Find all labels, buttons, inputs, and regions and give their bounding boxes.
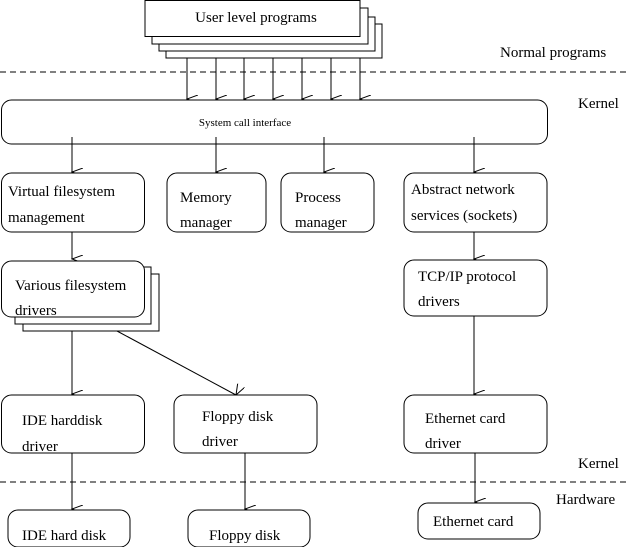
net-label-1: Abstract network (411, 182, 515, 198)
user-programs-label: User level programs (195, 10, 317, 26)
tcpip-label-2: drivers (418, 294, 460, 310)
floppy-driver-label-2: driver (202, 434, 238, 450)
syscall-label: System call interface (199, 117, 291, 129)
process-label-2: manager (295, 215, 347, 231)
eth-driver-label-1: Ethernet card (425, 411, 506, 427)
fs-to-floppy-arrow (116, 330, 236, 395)
vfs-label-2: management (8, 210, 85, 226)
fs-drivers-label-2: drivers (15, 303, 57, 319)
ide-driver-label-1: IDE harddisk (22, 413, 103, 429)
fs-drivers-stack: Various filesystem drivers (1, 260, 160, 332)
process-label-1: Process (295, 190, 341, 206)
vfs-label-1: Virtual filesystem (8, 184, 115, 200)
layer-normal-programs: Normal programs (500, 45, 606, 61)
floppy-driver-label-1: Floppy disk (202, 409, 274, 425)
fs-drivers-label-1: Various filesystem (15, 278, 127, 294)
ide-driver-label-2: driver (22, 439, 58, 455)
net-label-2: services (sockets) (411, 208, 517, 224)
layer-hardware: Hardware (556, 492, 615, 508)
syscall-arrows (187, 58, 360, 99)
floppy-disk-label: Floppy disk (209, 528, 281, 544)
memory-label-1: Memory (180, 190, 232, 206)
tcpip-label-1: TCP/IP protocol (418, 269, 516, 285)
ide-disk-label: IDE hard disk (22, 528, 107, 544)
memory-label-2: manager (180, 215, 232, 231)
user-programs-stack: User level programs (144, 0, 383, 59)
eth-driver-label-2: driver (425, 436, 461, 452)
layer-kernel-top: Kernel (578, 96, 619, 112)
eth-card-label: Ethernet card (433, 514, 514, 530)
layer-kernel-bottom: Kernel (578, 456, 619, 472)
kernel-architecture-diagram: User level programs Normal programs Kern… (0, 0, 626, 547)
